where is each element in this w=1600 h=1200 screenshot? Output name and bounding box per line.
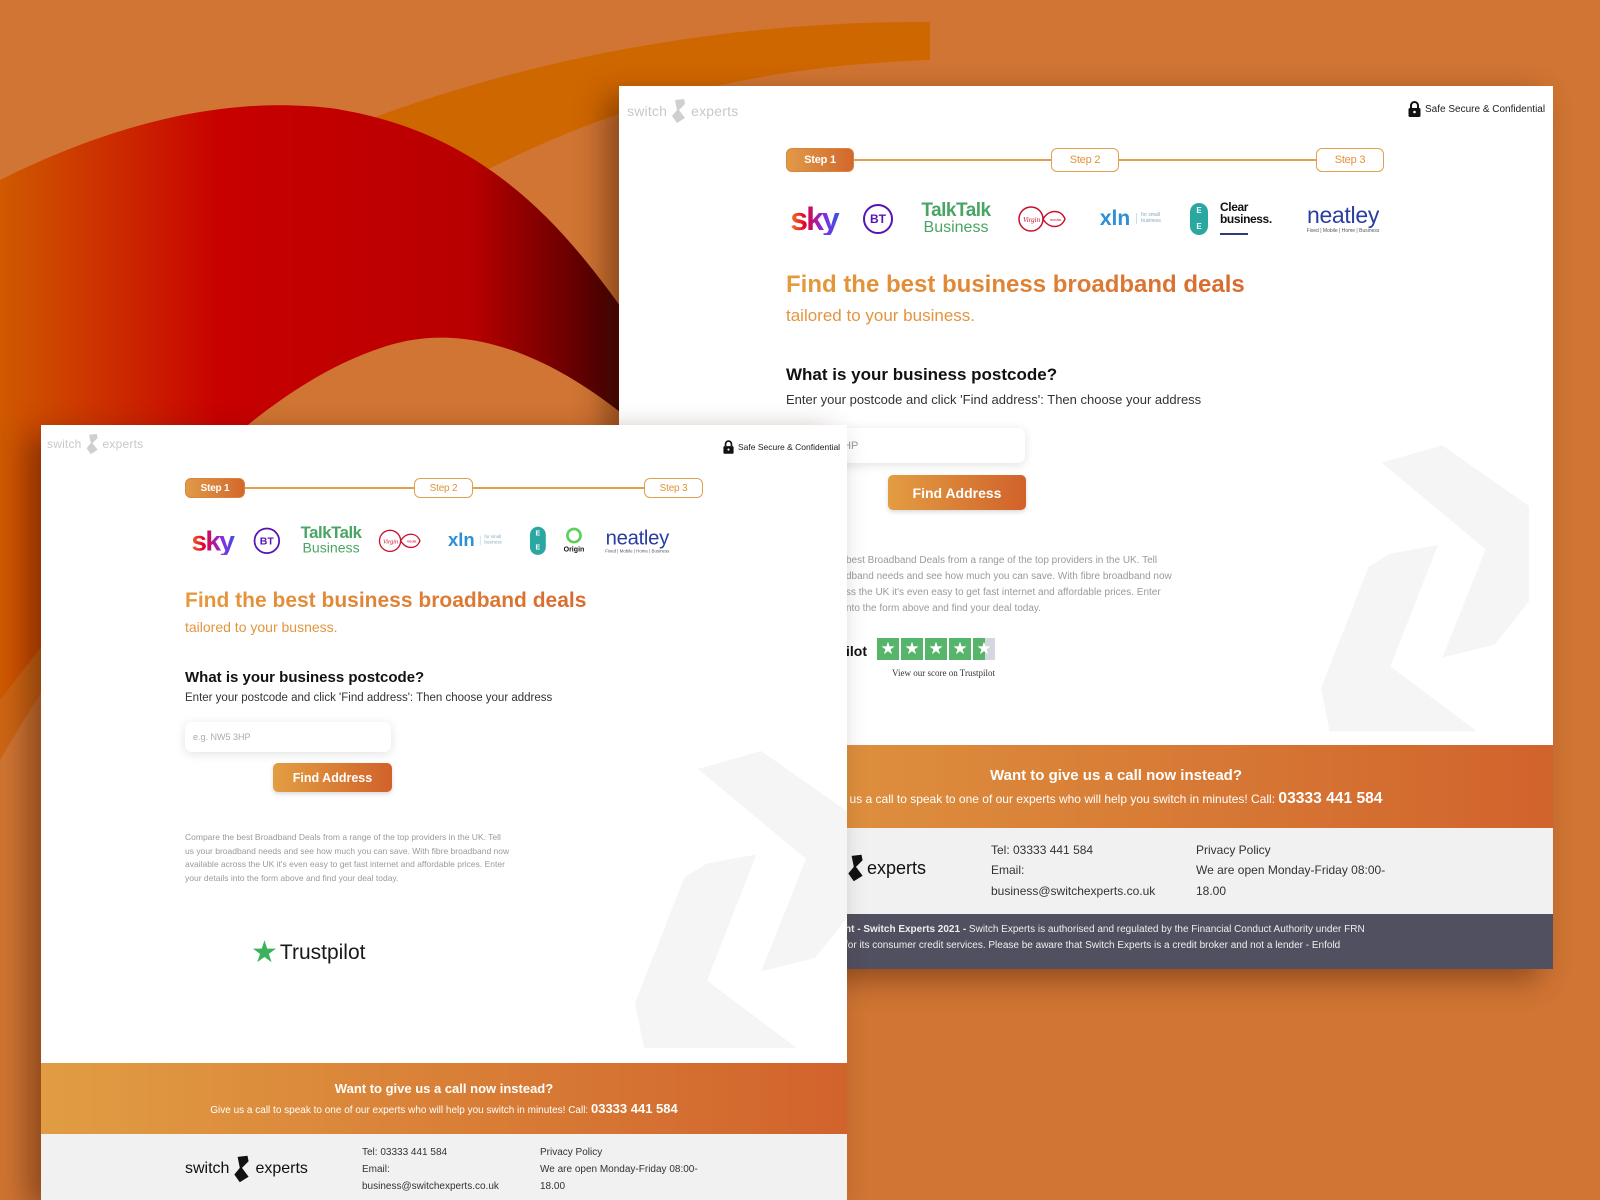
postcode-instructions: Enter your postcode and click 'Find addr… [786,392,1202,407]
trustpilot-wordmark: ilot [846,643,867,659]
footer-email-label: Email: [362,1164,390,1175]
origin-logo: Origin [555,527,594,554]
switch-arrow-icon [848,854,863,882]
intro-blurb: Compare the best Broadband Deals from a … [185,832,510,883]
sky-logo: sky [786,203,842,235]
step-2[interactable]: Step 2 [414,478,473,498]
xln-logo: xln for small business [1100,208,1166,229]
half-star-icon: ★ [973,638,995,660]
call-phone-link[interactable]: 03333 441 584 [591,1101,678,1116]
postcode-question: What is your business postcode? [786,365,1058,384]
step-progress: Step 1 Step 2 Step 3 [185,478,703,498]
trustpilot-rating[interactable]: ★ ★ ★ ★ ★ [877,638,995,660]
step-1[interactable]: Step 1 [786,148,854,172]
intro-blurb: best Broadband Deals from a range of the… [846,555,1172,614]
switch-experts-logo[interactable]: switch experts [47,433,143,455]
step-1[interactable]: Step 1 [185,478,245,498]
star-icon: ★ [877,638,899,660]
bt-logo: BT [863,203,893,234]
footer-tel[interactable]: Tel: 03333 441 584 [362,1144,499,1161]
hero-subtitle: tailored to your business. [786,306,975,325]
sky-logo: sky [185,526,240,554]
footer-logo[interactable]: switch experts [185,1152,308,1186]
talktalk-business-logo: TalkTalk Business [300,524,362,556]
opening-hours: We are open Monday-Friday 08:00- [1196,863,1386,878]
switch-arrow-icon [234,1155,250,1183]
trustpilot-caption[interactable]: View our score on Trustpilot [892,668,995,678]
privacy-policy-link[interactable]: Privacy Policy [540,1144,698,1161]
trustpilot-star-icon: ★ [251,936,278,969]
step-2[interactable]: Step 2 [1051,148,1119,172]
provider-logos: sky BT TalkTalk Business Virgin media xln… [185,525,681,556]
postcode-instructions: Enter your postcode and click 'Find addr… [185,692,553,704]
postcode-input[interactable] [829,428,1025,463]
call-banner-text: Give us a call to speak to one of our ex… [210,1101,678,1116]
call-phone-link[interactable]: 03333 441 584 [1278,790,1382,807]
privacy-policy-link[interactable]: Privacy Policy [1196,840,1385,860]
step-3[interactable]: Step 3 [1316,148,1384,172]
footer-email-label: Email: [991,863,1025,878]
footer: switch experts Tel: 03333 441 584 Email:… [41,1134,847,1200]
footer-email-link[interactable]: business@switchexperts.co.uk [362,1178,499,1195]
hero-subtitle: tailored to your busness. [185,619,338,635]
footer-tel[interactable]: Tel: 03333 441 584 [991,840,1155,860]
talktalk-business-logo: TalkTalk Business [921,200,991,236]
footer-logo[interactable]: experts [845,850,926,886]
neatley-logo: neatley Fixed | Mobile | Home | Business [605,525,670,554]
virgin-media-logo: Virgin media [1018,205,1066,232]
opening-hours: We are open Monday-Friday 08:00- [540,1164,698,1175]
neatley-logo: neatley Fixed | Mobile | Home | Business [1306,201,1380,234]
svg-text:Virgin: Virgin [1023,216,1041,224]
call-banner-title: Want to give us a call now instead? [334,1081,554,1096]
ee-logo: EE [529,526,546,555]
svg-text:media: media [1050,217,1062,222]
svg-text:media: media [407,539,417,543]
ee-logo: EE [1190,202,1208,235]
switch-arrow-icon [672,99,686,123]
hero-title: Find the best business broadband deals [185,589,587,612]
clear-business-logo: Clear business. [1220,201,1298,235]
watermark-logo [1321,445,1529,732]
find-address-button[interactable]: Find Address [273,763,392,792]
bt-logo: BT [253,527,281,554]
virgin-media-logo: Virgin media [378,529,421,552]
trustpilot-logo[interactable]: ★ Trustpilot [251,935,366,970]
step-3[interactable]: Step 3 [644,478,703,498]
star-icon: ★ [925,638,947,660]
footer-email-link[interactable]: business@switchexperts.co.uk [991,881,1155,901]
switch-experts-logo[interactable]: switch experts [627,98,738,124]
xln-logo: xln for small business [448,531,506,549]
find-address-button[interactable]: Find Address [888,475,1026,510]
step-progress: Step 1 Step 2 Step 3 [786,148,1384,172]
watermark-logo [635,751,847,1048]
switch-arrow-icon [86,433,98,455]
lock-icon [1408,101,1421,117]
postcode-question: What is your business postcode? [185,669,425,686]
landing-page-desktop-front: switch experts Safe Secure & Confidentia… [41,425,847,1200]
svg-text:Virgin: Virgin [383,539,398,545]
hero-title: Find the best business broadband deals [786,271,1245,298]
star-icon: ★ [901,638,923,660]
call-banner: Want to give us a call now instead? Give… [41,1063,847,1134]
secure-badge: Safe Secure & Confidential [1408,101,1545,117]
lock-icon [723,440,734,454]
star-icon: ★ [949,638,971,660]
secure-badge: Safe Secure & Confidential [723,440,840,454]
postcode-input[interactable] [185,722,391,752]
provider-logos: sky BT TalkTalk Business Virgin media xln… [786,201,1388,236]
